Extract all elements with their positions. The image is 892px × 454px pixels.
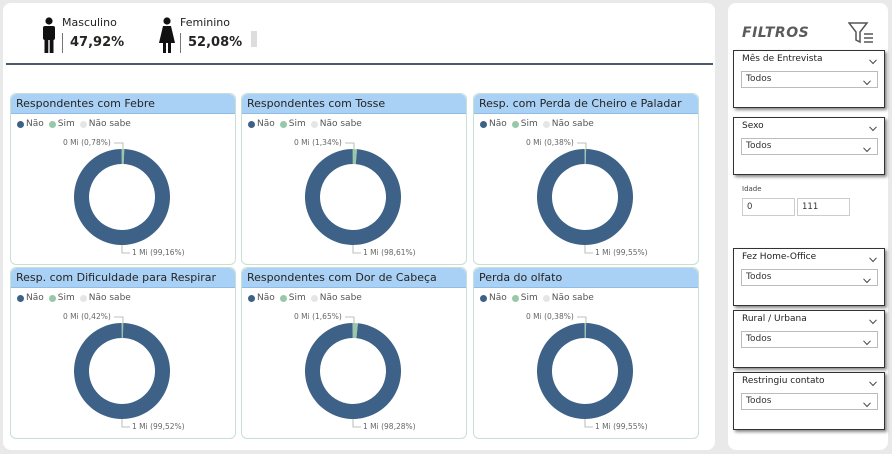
data-label-sim: 0 Mi (1,34%) xyxy=(294,138,342,147)
slicer-header[interactable]: Fez Home-Office xyxy=(734,249,884,265)
leader-line-nao xyxy=(352,245,361,254)
slicer-mês-de-entrevista: Mês de Entrevista Todos xyxy=(733,50,885,108)
leader-line-sim xyxy=(345,142,355,149)
chart-card[interactable]: Resp. com Dificuldade para Respirar Não Si… xyxy=(10,267,236,439)
male-label: Masculino xyxy=(62,16,117,29)
leader-line-sim xyxy=(345,316,355,323)
data-label-nao: 1 Mi (99,52%) xyxy=(132,422,185,431)
slicer-label: Mês de Entrevista xyxy=(742,54,823,64)
chevron-down-icon[interactable] xyxy=(869,377,877,387)
donut-chart xyxy=(304,142,401,254)
slicer-value: Todos xyxy=(746,334,772,344)
slicer-value: Todos xyxy=(746,396,772,406)
chart-card[interactable]: Resp. com Perda de Cheiro e Paladar Não Si… xyxy=(473,93,699,265)
slicer-header[interactable]: Mês de Entrevista xyxy=(734,51,884,67)
slicer-dropdown[interactable]: Todos xyxy=(741,269,878,286)
male-person-icon xyxy=(43,17,55,53)
slicer-label: Rural / Urbana xyxy=(742,314,807,324)
slicer-header[interactable]: Rural / Urbana xyxy=(734,311,884,327)
filters-title: FILTROS xyxy=(742,25,810,41)
leader-line-nao xyxy=(584,419,593,428)
idade-label: Idade xyxy=(742,185,762,193)
leader-line-sim xyxy=(577,316,587,323)
slicer-dropdown[interactable]: Todos xyxy=(741,393,878,410)
slicer-value: Todos xyxy=(746,74,772,84)
chevron-down-icon[interactable] xyxy=(869,253,877,263)
idade-min-input[interactable]: 0 xyxy=(742,198,795,216)
data-label-nao: 1 Mi (99,16%) xyxy=(132,248,185,257)
chevron-down-icon[interactable] xyxy=(863,275,871,284)
female-label: Feminino xyxy=(180,16,230,29)
slicer-restringiu-contato: Restringiu contato Todos xyxy=(733,372,885,430)
chevron-down-icon[interactable] xyxy=(869,55,877,65)
data-label-sim: 0 Mi (0,38%) xyxy=(526,312,574,321)
data-label-sim: 0 Mi (0,42%) xyxy=(63,312,111,321)
chevron-down-icon[interactable] xyxy=(869,315,877,325)
female-person-icon xyxy=(159,17,175,53)
data-label-sim: 0 Mi (0,38%) xyxy=(526,138,574,147)
slicer-header[interactable]: Sexo xyxy=(734,118,884,134)
leader-line-sim xyxy=(577,142,587,149)
chart-card[interactable]: Respondentes com Dor de Cabeça Não Sim Não … xyxy=(241,267,467,439)
clear-filters-icon[interactable] xyxy=(848,21,874,45)
leader-line-sim xyxy=(114,142,124,149)
chart-card[interactable]: Respondentes com Febre Não Sim Não sabe 0 Mi… xyxy=(10,93,236,265)
chevron-down-icon[interactable] xyxy=(863,399,871,408)
data-label-nao: 1 Mi (99,55%) xyxy=(595,422,648,431)
slicer-sexo: Sexo Todos xyxy=(733,117,885,175)
chevron-down-icon[interactable] xyxy=(863,77,871,86)
donut-chart xyxy=(536,316,633,428)
slicer-dropdown[interactable]: Todos xyxy=(741,71,878,88)
data-label-nao: 1 Mi (98,28%) xyxy=(363,422,416,431)
idade-max-input[interactable]: 111 xyxy=(797,198,850,216)
chevron-down-icon[interactable] xyxy=(863,144,871,153)
leader-line-nao xyxy=(121,245,130,254)
leader-line-nao xyxy=(584,245,593,254)
data-label-nao: 1 Mi (99,55%) xyxy=(595,248,648,257)
slicer-label: Fez Home-Office xyxy=(742,252,817,262)
female-percentage: 52,08% xyxy=(180,33,242,53)
slicer-rural-urbana: Rural / Urbana Todos xyxy=(733,310,885,368)
slicer-label: Restringiu contato xyxy=(742,376,825,386)
chevron-down-icon[interactable] xyxy=(869,122,877,132)
data-label-sim: 0 Mi (0,78%) xyxy=(63,138,111,147)
female-mini-bar xyxy=(251,31,257,47)
header-divider xyxy=(6,63,713,65)
female-stat: Feminino 52,08% xyxy=(158,13,242,55)
leader-line-sim xyxy=(114,316,124,323)
data-label-sim: 0 Mi (1,65%) xyxy=(294,312,342,321)
chevron-down-icon[interactable] xyxy=(863,337,871,346)
slicer-header[interactable]: Restringiu contato xyxy=(734,373,884,389)
slicer-dropdown[interactable]: Todos xyxy=(741,138,878,155)
chart-card[interactable]: Perda do olfato Não Sim Não sabe 0 Mi (0,38%… xyxy=(473,267,699,439)
slicer-fez-home-office: Fez Home-Office Todos xyxy=(733,248,885,306)
male-percentage: 47,92% xyxy=(62,33,124,53)
donut-chart xyxy=(305,316,401,428)
donut-chart xyxy=(73,316,170,428)
leader-line-nao xyxy=(352,419,361,428)
slicer-value: Todos xyxy=(746,141,772,151)
chart-card[interactable]: Respondentes com Tosse Não Sim Não sabe 0 Mi… xyxy=(241,93,467,265)
donut-chart xyxy=(73,142,170,254)
data-label-nao: 1 Mi (98,61%) xyxy=(363,248,416,257)
slicer-value: Todos xyxy=(746,272,772,282)
slicer-label: Sexo xyxy=(742,121,764,131)
male-stat: Masculino 47,92% xyxy=(40,13,124,55)
leader-line-nao xyxy=(121,419,130,428)
slicer-dropdown[interactable]: Todos xyxy=(741,331,878,348)
donut-chart xyxy=(536,142,633,254)
